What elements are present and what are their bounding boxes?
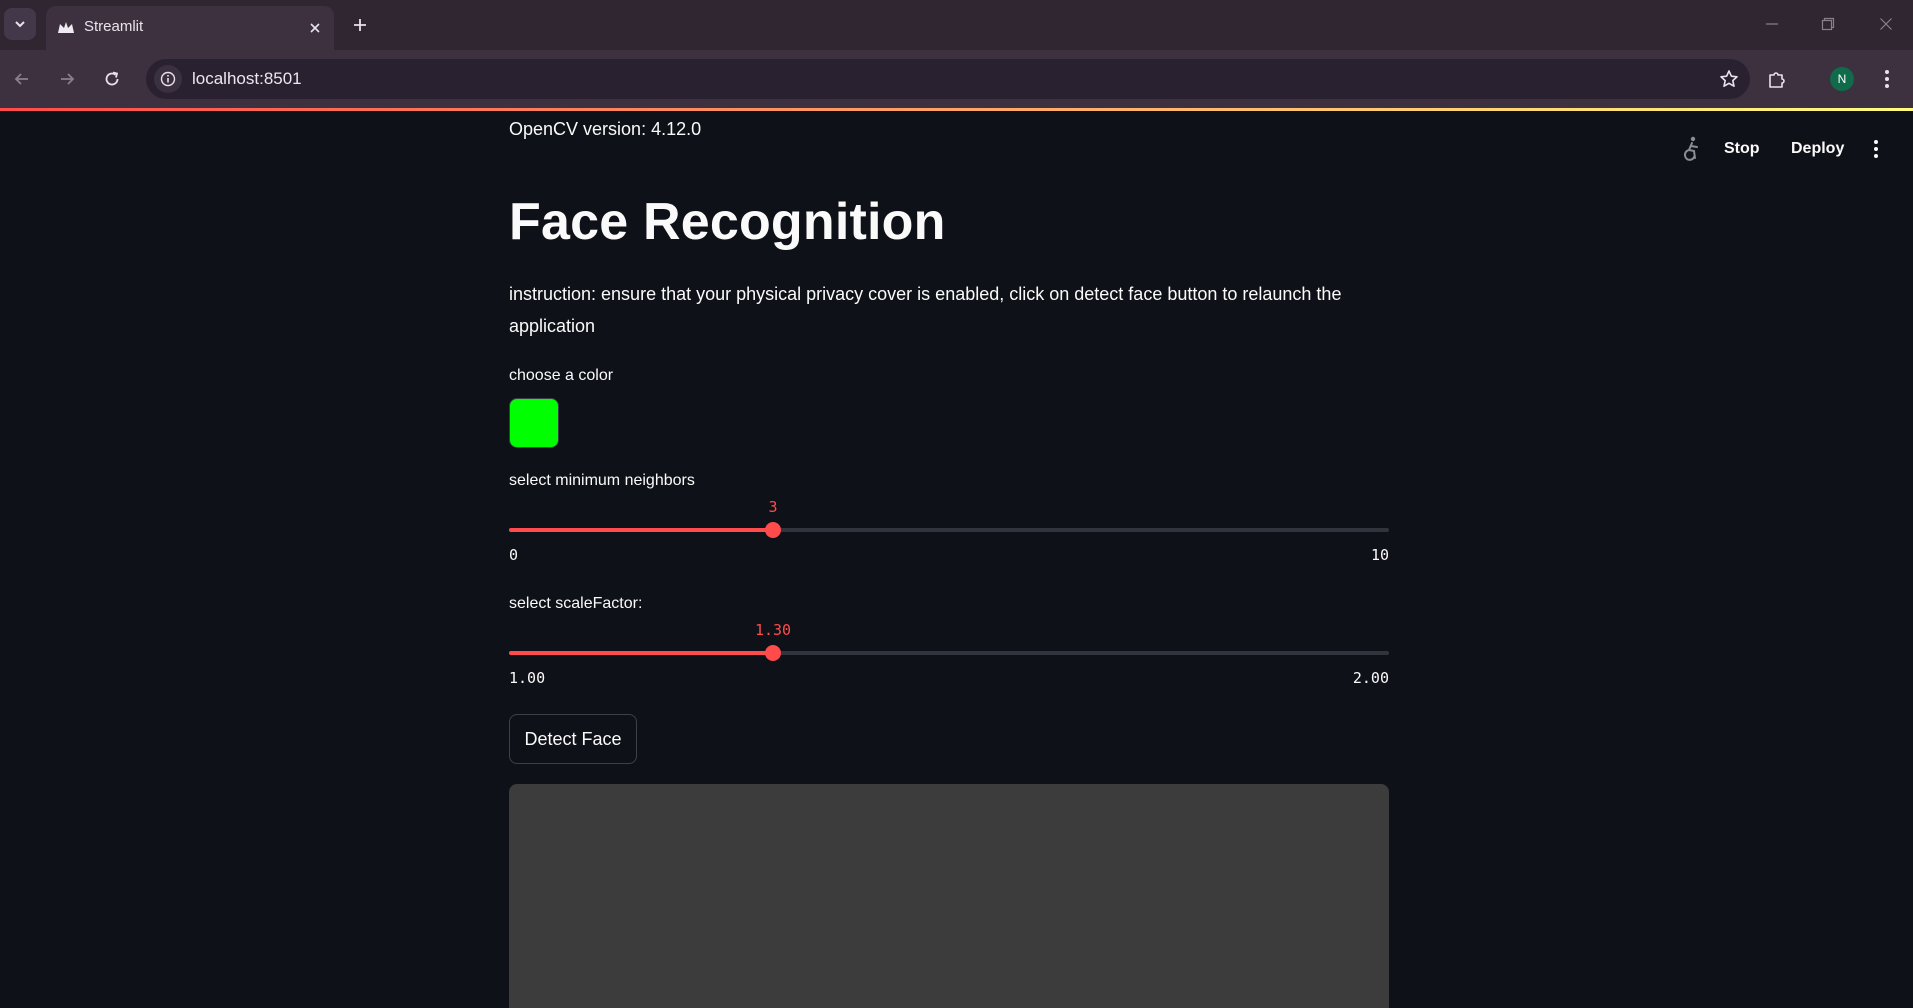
scale-slider[interactable]: 1.30 1.00 2.00: [509, 621, 1389, 687]
star-icon: [1720, 70, 1738, 87]
extensions-button[interactable]: [1760, 62, 1794, 96]
address-bar[interactable]: localhost:8501: [146, 59, 1750, 99]
scale-slider-max: 2.00: [1352, 669, 1389, 687]
tab-search-button[interactable]: [4, 8, 36, 40]
scale-slider-fill: [509, 651, 773, 655]
forward-arrow-icon: [61, 73, 75, 85]
puzzle-icon: [1769, 72, 1785, 88]
neighbors-slider[interactable]: 3 0 10: [509, 498, 1389, 564]
opencv-version-text: OpenCV version: 4.12.0: [509, 119, 702, 139]
header-decoration-bar: [0, 108, 1913, 111]
neighbors-slider-min: 0: [509, 546, 519, 564]
window-minimize-button[interactable]: [1758, 10, 1786, 38]
forward-button[interactable]: [50, 62, 84, 96]
detect-face-button[interactable]: Detect Face: [509, 714, 637, 764]
info-icon: [160, 71, 176, 87]
color-picker-swatch[interactable]: [509, 398, 559, 448]
scale-slider-thumb[interactable]: [765, 645, 781, 661]
neighbors-slider-max: 10: [1370, 546, 1389, 564]
running-man-icon: [1684, 136, 1698, 161]
back-arrow-icon: [14, 73, 28, 85]
scale-slider-label: select scaleFactor:: [509, 595, 643, 612]
kebab-menu-icon: [1874, 140, 1878, 158]
browser-tab-active[interactable]: Streamlit: [46, 6, 334, 50]
tab-title: Streamlit: [84, 18, 144, 35]
minimize-icon: [1766, 23, 1778, 25]
scale-slider-value: 1.30: [754, 621, 792, 639]
color-picker-label: choose a color: [509, 367, 614, 384]
running-status-indicator: [1676, 134, 1706, 164]
site-info-button[interactable]: [154, 65, 182, 93]
neighbors-slider-fill: [509, 528, 773, 532]
url-text[interactable]: localhost:8501: [192, 69, 302, 89]
browser-tab-strip: Streamlit: [0, 0, 1913, 50]
window-restore-button[interactable]: [1814, 10, 1842, 38]
page-title: Face Recognition: [509, 193, 946, 251]
plus-icon: [354, 19, 366, 31]
deploy-button[interactable]: Deploy: [1791, 134, 1844, 164]
stop-button[interactable]: Stop: [1724, 134, 1760, 164]
back-button[interactable]: [5, 62, 39, 96]
reload-icon: [105, 71, 119, 86]
bookmark-button[interactable]: [1716, 66, 1742, 92]
window-close-button[interactable]: [1872, 10, 1900, 38]
tab-close-button[interactable]: [306, 19, 324, 37]
restore-icon: [1821, 17, 1835, 31]
browser-menu-button[interactable]: [1872, 62, 1902, 96]
chevron-down-icon: [15, 21, 25, 28]
neighbors-slider-thumb[interactable]: [765, 522, 781, 538]
neighbors-slider-value: 3: [768, 498, 778, 516]
main-menu-button[interactable]: [1866, 134, 1886, 164]
neighbors-slider-label: select minimum neighbors: [509, 472, 695, 489]
instruction-text: instruction: ensure that your physical p…: [509, 284, 1342, 336]
scale-slider-min: 1.00: [509, 669, 546, 687]
streamlit-app: Stop Deploy OpenCV version: 4.12.0 Face …: [0, 108, 1913, 1008]
profile-avatar[interactable]: N: [1830, 67, 1854, 91]
new-tab-button[interactable]: [346, 13, 374, 37]
streamlit-crown-icon: [58, 22, 74, 33]
close-icon: [310, 23, 320, 33]
reload-button[interactable]: [95, 62, 129, 96]
kebab-menu-icon: [1885, 70, 1889, 88]
browser-toolbar: localhost:8501 N: [0, 50, 1913, 108]
camera-frame-placeholder: [509, 784, 1389, 1008]
close-icon: [1880, 18, 1892, 30]
